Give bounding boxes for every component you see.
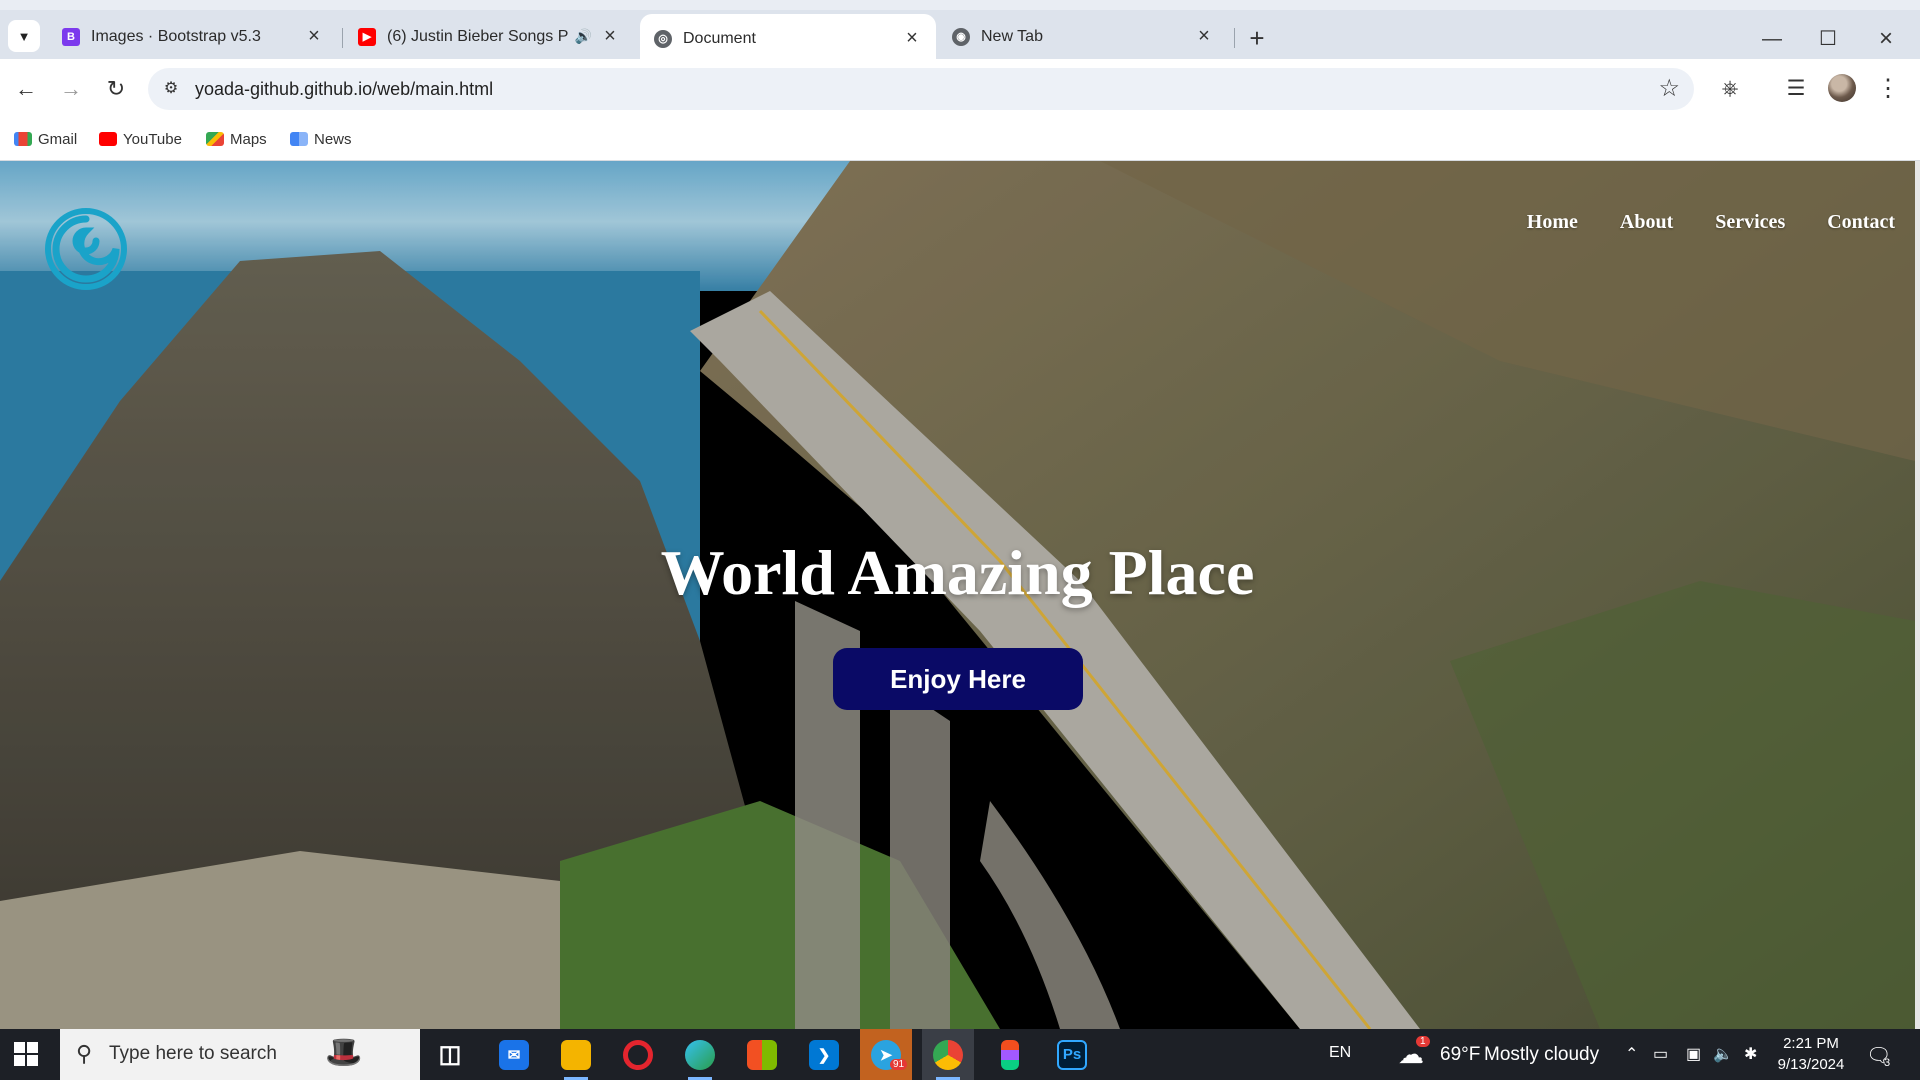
menu-kebab-icon[interactable]: ⋮	[1872, 73, 1904, 105]
forward-arrow-icon[interactable]: →	[55, 73, 87, 105]
wifi-icon[interactable]: ✱	[1744, 1044, 1757, 1064]
site-logo-icon[interactable]	[44, 207, 128, 291]
tab-title: Images · Bootstrap v5.3	[91, 27, 261, 45]
telegram-icon[interactable]: ➤ 91	[860, 1029, 912, 1080]
bookmark-label: YouTube	[123, 130, 182, 148]
page-scrollbar[interactable]	[1915, 161, 1920, 1029]
chrome-icon: ◉	[952, 27, 970, 46]
bookmarks-bar: Gmail YouTube Maps News	[0, 119, 1920, 161]
chrome-taskbar-icon[interactable]	[922, 1029, 974, 1080]
bootstrap-icon: B	[62, 27, 80, 46]
news-icon	[290, 132, 308, 146]
youtube-icon: ▶	[358, 27, 376, 46]
site-nav: Home About Services Contact	[1527, 211, 1895, 234]
task-view-icon[interactable]: ◫	[424, 1029, 476, 1080]
maximize-icon[interactable]: ☐	[1808, 24, 1848, 54]
tab-divider	[1234, 28, 1235, 48]
nav-services[interactable]: Services	[1715, 211, 1785, 234]
volume-icon[interactable]: 🔈	[1713, 1044, 1733, 1064]
web-page-hero: Home About Services Contact World Amazin…	[0, 161, 1915, 1029]
notification-count: 3	[1884, 1057, 1891, 1069]
globe-icon: ◎	[654, 29, 672, 48]
tab-bootstrap[interactable]: B Images · Bootstrap v5.3 ×	[48, 14, 338, 59]
clock-date: 9/13/2024	[1777, 1056, 1845, 1073]
tab-title: New Tab	[981, 27, 1043, 45]
tab-search-chevron-icon[interactable]: ▼	[8, 20, 40, 52]
tab-title: (6) Justin Bieber Songs Playl	[387, 27, 569, 45]
tab-divider	[342, 28, 343, 48]
mail-app-icon[interactable]: ✉	[488, 1029, 540, 1080]
close-tab-icon[interactable]: ×	[600, 25, 620, 48]
search-highlight-icon: 🎩	[325, 1036, 363, 1069]
windows-taskbar: ⚲ Type here to search 🎩 ◫ ✉ ❯ ➤ 91 Ps EN…	[0, 1029, 1920, 1080]
address-bar[interactable]: ⚙ yoada-github.github.io/web/main.html ☆	[148, 68, 1694, 110]
weather-alert-badge: 1	[1416, 1036, 1430, 1047]
tab-title: Document	[683, 29, 756, 47]
weather-description[interactable]: Mostly cloudy	[1484, 1044, 1599, 1066]
bookmark-gmail[interactable]: Gmail	[14, 127, 77, 151]
tab-document[interactable]: ◎ Document ×	[640, 14, 936, 63]
windows-start-icon[interactable]	[14, 1042, 38, 1066]
extensions-puzzle-icon[interactable]: ⎈	[1714, 73, 1746, 105]
gmail-icon	[14, 132, 32, 146]
close-tab-icon[interactable]: ×	[1194, 25, 1214, 48]
minimize-icon[interactable]: —	[1752, 24, 1792, 54]
nav-about[interactable]: About	[1620, 211, 1673, 234]
bookmark-label: Maps	[230, 130, 267, 148]
file-explorer-icon[interactable]	[550, 1029, 602, 1080]
tab-new-tab[interactable]: ◉ New Tab ×	[938, 14, 1228, 59]
taskbar-search-box[interactable]: ⚲ Type here to search 🎩	[60, 1029, 420, 1080]
device-icon[interactable]: ▣	[1686, 1044, 1701, 1064]
close-tab-icon[interactable]: ×	[902, 27, 922, 50]
system-clock[interactable]: 2:21 PM 9/13/2024	[1771, 1033, 1851, 1075]
search-placeholder: Type here to search	[109, 1043, 277, 1064]
close-tab-icon[interactable]: ×	[304, 25, 324, 48]
enjoy-here-button[interactable]: Enjoy Here	[833, 648, 1083, 710]
nav-contact[interactable]: Contact	[1827, 211, 1895, 234]
telegram-badge: 91	[890, 1059, 908, 1070]
bookmark-label: News	[314, 130, 352, 148]
close-window-icon[interactable]: ×	[1866, 24, 1906, 54]
media-control-icon[interactable]: ☰	[1780, 73, 1812, 105]
search-icon: ⚲	[76, 1041, 93, 1066]
back-arrow-icon[interactable]: ←	[10, 73, 42, 105]
vscode-icon[interactable]: ❯	[798, 1029, 850, 1080]
bookmark-maps[interactable]: Maps	[206, 127, 267, 151]
hero-title: World Amazing Place	[660, 537, 1255, 608]
language-indicator[interactable]: EN	[1329, 1044, 1351, 1062]
tab-youtube[interactable]: ▶ (6) Justin Bieber Songs Playl 🔊 ×	[344, 14, 634, 59]
figma-icon[interactable]	[984, 1029, 1036, 1080]
tab-strip: ▼ B Images · Bootstrap v5.3 × ▶ (6) Just…	[0, 0, 1920, 63]
bookmark-star-icon[interactable]: ☆	[1658, 74, 1680, 103]
bookmark-youtube[interactable]: YouTube	[99, 127, 182, 151]
photoshop-icon[interactable]: Ps	[1046, 1029, 1098, 1080]
screen: ▼ B Images · Bootstrap v5.3 × ▶ (6) Just…	[0, 0, 1920, 1080]
tray-chevron-up-icon[interactable]: ⌃	[1625, 1044, 1638, 1064]
bookmark-news[interactable]: News	[290, 127, 352, 151]
site-info-icon[interactable]: ⚙	[160, 78, 182, 100]
edge-browser-icon[interactable]	[674, 1029, 726, 1080]
nav-home[interactable]: Home	[1527, 211, 1578, 234]
url-text[interactable]: yoada-github.github.io/web/main.html	[195, 79, 493, 100]
youtube-icon	[99, 132, 117, 146]
browser-toolbar: ← → ↻ ⚙ yoada-github.github.io/web/main.…	[0, 59, 1920, 119]
maps-icon	[206, 132, 224, 146]
speaker-icon[interactable]: 🔊	[575, 28, 592, 45]
reload-icon[interactable]: ↻	[100, 73, 132, 105]
weather-temperature[interactable]: 69°F	[1440, 1044, 1480, 1066]
microsoft-store-icon[interactable]	[736, 1029, 788, 1080]
battery-icon[interactable]: ▭	[1653, 1044, 1668, 1064]
new-tab-plus-icon[interactable]: +	[1242, 24, 1272, 54]
opera-browser-icon[interactable]	[612, 1029, 664, 1080]
bookmark-label: Gmail	[38, 130, 78, 148]
profile-avatar[interactable]	[1828, 74, 1856, 102]
clock-time: 2:21 PM	[1783, 1035, 1839, 1052]
